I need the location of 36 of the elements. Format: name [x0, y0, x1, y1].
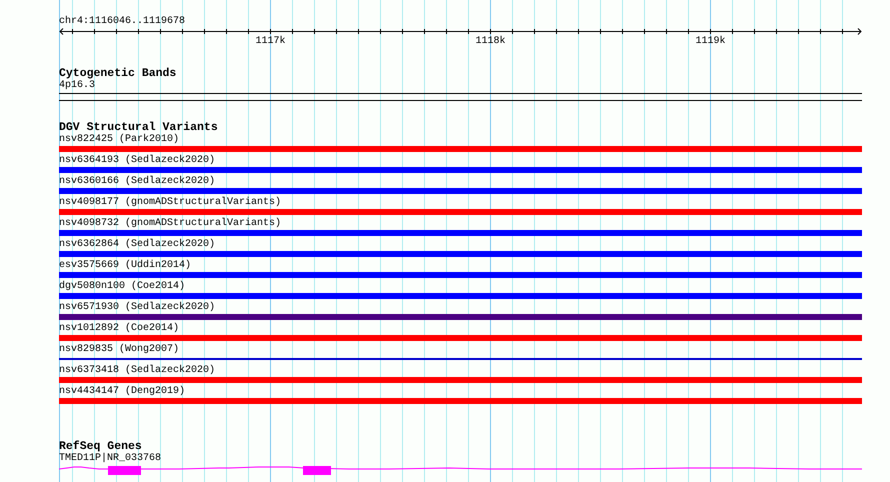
variant-bar[interactable]: [59, 167, 862, 173]
variant-bar[interactable]: [59, 209, 862, 215]
variant-label: dgv5080n100 (Coe2014): [59, 281, 186, 292]
variant-bar[interactable]: [59, 314, 862, 320]
variant-label: nsv6360166 (Sedlazeck2020): [59, 176, 216, 187]
variant-label: nsv1012892 (Coe2014): [59, 323, 180, 334]
band-label: 4p16.3: [59, 80, 96, 91]
variant-line[interactable]: [59, 358, 862, 360]
variant-bar[interactable]: [59, 293, 862, 299]
variant-bar[interactable]: [59, 230, 862, 236]
track-title: DGV Structural Variants: [59, 121, 218, 134]
variant-label: nsv822425 (Park2010): [59, 134, 180, 145]
variant-label: esv3575669 (Uddin2014): [59, 260, 192, 271]
variant-bar[interactable]: [59, 251, 862, 257]
variant-bar[interactable]: [59, 335, 862, 341]
variant-bar[interactable]: [59, 272, 862, 278]
variant-label: nsv6571930 (Sedlazeck2020): [59, 302, 216, 313]
variant-bar[interactable]: [59, 398, 862, 404]
region-label: chr4:1116046..1119678: [59, 16, 186, 27]
variant-label: nsv4098177 (gnomADStructuralVariants): [59, 197, 282, 208]
ruler-tick-label: 1118k: [476, 36, 506, 47]
gene-model-drawing[interactable]: [59, 464, 862, 476]
variant-label: nsv4098732 (gnomADStructuralVariants): [59, 218, 282, 229]
variant-label: nsv6364193 (Sedlazeck2020): [59, 155, 216, 166]
ruler-tick-label: 1119k: [696, 36, 726, 47]
variant-bar[interactable]: [59, 377, 862, 383]
variant-label: nsv4434147 (Deng2019): [59, 386, 186, 397]
variant-bar[interactable]: [59, 188, 862, 194]
track-title: Cytogenetic Bands: [59, 67, 176, 80]
variant-label: nsv6362864 (Sedlazeck2020): [59, 239, 216, 250]
variant-label: nsv6373418 (Sedlazeck2020): [59, 365, 216, 376]
ruler-tick-label: 1117k: [256, 36, 286, 47]
variant-bar[interactable]: [59, 146, 862, 152]
variant-label: nsv829835 (Wong2007): [59, 344, 180, 355]
track-title: RefSeq Genes: [59, 440, 142, 453]
gene-label: TMED11P|NR_033768: [59, 453, 162, 464]
